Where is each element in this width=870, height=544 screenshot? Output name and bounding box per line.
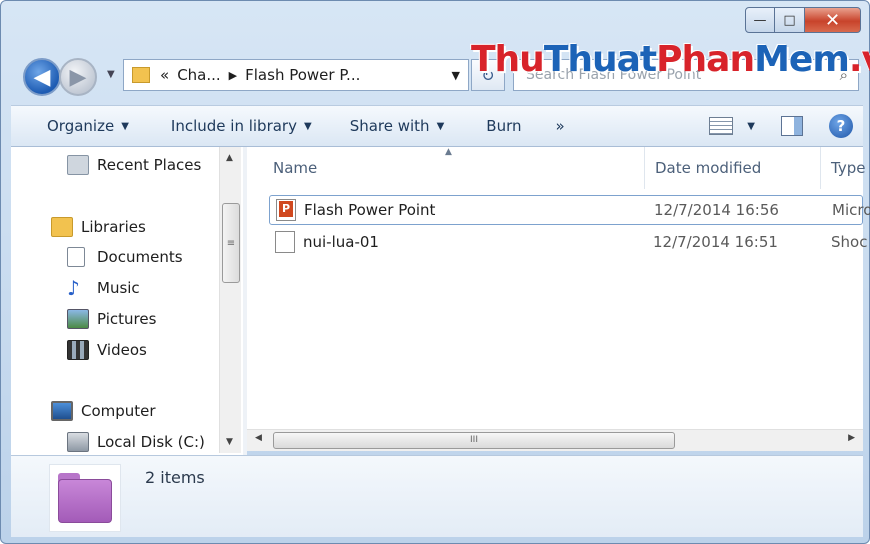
organize-label: Organize [47,117,115,135]
breadcrumb-parent[interactable]: Cha... [177,66,220,84]
share-with-button[interactable]: Share with ▼ [338,106,457,146]
file-date: 12/7/2014 16:56 [654,201,779,219]
sort-ascending-icon: ▲ [445,147,452,157]
view-controls: ▼ ? [709,106,853,146]
organize-button[interactable]: Organize ▼ [11,106,141,146]
share-with-label: Share with [349,117,430,135]
nav-item-label: Computer [81,402,156,420]
powerpoint-file-icon [276,199,296,221]
column-header-label: Type [831,159,866,177]
scrollbar-thumb[interactable]: III [273,432,675,449]
scroll-left-icon[interactable]: ◀ [255,433,262,443]
command-bar: Organize ▼ Include in library ▼ Share wi… [11,105,863,147]
chevron-down-icon: ▼ [303,120,312,132]
scroll-right-icon[interactable]: ▶ [848,433,855,443]
nav-item-libraries[interactable]: Libraries [51,217,146,237]
nav-item-label: Pictures [97,310,157,328]
address-dropdown-icon[interactable]: ▼ [452,69,460,82]
explorer-window: — □ ✕ ◀ ▶ ▼ « Cha... ▶ Flash Power P... … [0,0,870,544]
file-name: Flash Power Point [304,201,436,219]
address-bar[interactable]: « Cha... ▶ Flash Power P... ▼ [123,59,469,91]
change-view-icon[interactable] [709,117,734,135]
local-disk-icon [67,432,89,452]
folder-icon [49,464,121,532]
nav-item-documents[interactable]: Documents [67,247,183,267]
column-header-label: Date modified [655,159,762,177]
column-header-label: Name [273,159,318,177]
nav-item-recent-places[interactable]: Recent Places [67,155,201,175]
breadcrumb-current[interactable]: Flash Power P... [245,66,360,84]
nav-item-label: Music [97,279,140,297]
close-button[interactable]: ✕ [805,7,861,33]
videos-icon [67,340,89,360]
scrollbar-thumb[interactable]: ≡ [222,203,240,283]
music-icon: ♪ [67,276,80,300]
view-dropdown-icon[interactable]: ▼ [747,121,755,132]
details-pane: 2 items [11,455,863,537]
forward-button[interactable]: ▶ [59,58,97,96]
nav-item-computer[interactable]: Computer [51,401,156,421]
nav-item-music[interactable]: ♪ Music [67,278,140,298]
nav-pane-scrollbar[interactable]: ▲ ≡ ▼ [219,147,241,453]
nav-item-label: Recent Places [97,156,202,174]
computer-icon [51,401,73,421]
file-row[interactable]: nui-lua-01 12/7/2014 16:51 Shoc [269,227,867,257]
chevron-down-icon: ▼ [121,120,129,132]
column-header-type[interactable]: Type [821,147,870,189]
file-row[interactable]: Flash Power Point 12/7/2014 16:56 Micro [269,195,870,225]
watermark-logo: ThuThuatPhanMem.vn [471,39,870,80]
file-type: Shoc [831,233,868,251]
breadcrumb-separator-icon[interactable]: ▶ [229,69,237,82]
burn-button[interactable]: Burn [474,106,533,146]
navigation-pane: Recent Places Libraries Documents ♪ Musi… [11,147,243,455]
scroll-up-icon[interactable]: ▲ [226,153,233,163]
pictures-icon [67,309,89,329]
file-list-horizontal-scrollbar[interactable]: ◀ III ▶ [247,429,863,451]
forward-arrow-icon: ▶ [69,64,87,90]
recent-places-icon [67,155,89,175]
minimize-button[interactable]: — [745,7,775,33]
scroll-down-icon[interactable]: ▼ [226,437,233,447]
help-icon[interactable]: ? [829,114,853,138]
item-count: 2 items [145,468,205,487]
file-date: 12/7/2014 16:51 [653,233,778,251]
recent-pages-dropdown[interactable]: ▼ [107,69,115,80]
nav-item-label: Local Disk (C:) [97,433,205,451]
breadcrumb-overflow[interactable]: « [160,66,169,84]
nav-item-pictures[interactable]: Pictures [67,309,156,329]
nav-item-label: Libraries [81,218,146,236]
column-header-date-modified[interactable]: Date modified [645,147,821,189]
nav-item-videos[interactable]: Videos [67,340,147,360]
back-arrow-icon: ◀ [33,64,51,90]
chevron-down-icon: ▼ [436,120,445,132]
caption-buttons: — □ ✕ [745,7,861,33]
include-in-library-button[interactable]: Include in library ▼ [159,106,324,146]
libraries-icon [51,217,73,237]
more-commands-button[interactable]: » [544,106,577,146]
folder-icon [132,67,150,83]
generic-file-icon [275,231,295,253]
documents-icon [67,247,85,267]
file-type: Micro [832,201,870,219]
file-name: nui-lua-01 [303,233,379,251]
maximize-button[interactable]: □ [775,7,805,33]
nav-item-label: Videos [97,341,147,359]
include-in-library-label: Include in library [170,117,297,135]
nav-item-label: Documents [97,248,183,266]
file-list: Name ▲ Date modified Type Flash Power Po… [247,147,870,429]
preview-pane-icon[interactable] [781,116,803,136]
back-button[interactable]: ◀ [23,58,61,96]
nav-item-local-disk[interactable]: Local Disk (C:) [67,432,205,452]
